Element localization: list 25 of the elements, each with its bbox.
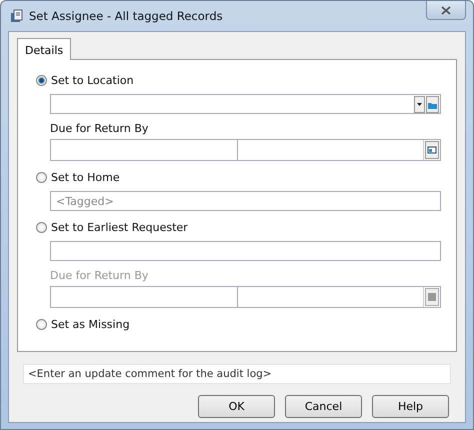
home-field[interactable]: <Tagged> [50, 191, 441, 211]
dialog-button[interactable]: OK [198, 395, 275, 418]
radio-label[interactable]: Set to Home [51, 170, 120, 184]
comment-field[interactable]: <Enter an update comment for the audit log> [23, 364, 451, 384]
radio-label[interactable]: Set to Location [51, 74, 134, 86]
window-title: Set Assignee - All tagged Records [29, 9, 223, 23]
document-icon [10, 9, 24, 23]
calendar-icon [425, 288, 439, 306]
due-label: Due for Return By [50, 269, 150, 282]
radio-label[interactable]: Set as Missing [51, 318, 130, 330]
dialog-button[interactable]: Help [372, 395, 449, 418]
close-button[interactable] [426, 1, 466, 20]
requester-field[interactable] [50, 241, 441, 261]
folder-icon[interactable] [426, 96, 439, 112]
calendar-icon[interactable] [425, 141, 439, 159]
close-icon [441, 6, 451, 14]
date-time-field[interactable] [50, 139, 441, 161]
radio-button[interactable] [36, 74, 47, 86]
due-label: Due for Return By [50, 122, 150, 135]
tab[interactable]: Details [17, 38, 72, 60]
radio-button[interactable] [36, 172, 47, 182]
dialog-button[interactable]: Cancel [285, 395, 362, 418]
radio-button[interactable] [36, 318, 47, 330]
date-time-field[interactable] [50, 286, 441, 308]
dropdown-icon[interactable] [414, 96, 425, 112]
